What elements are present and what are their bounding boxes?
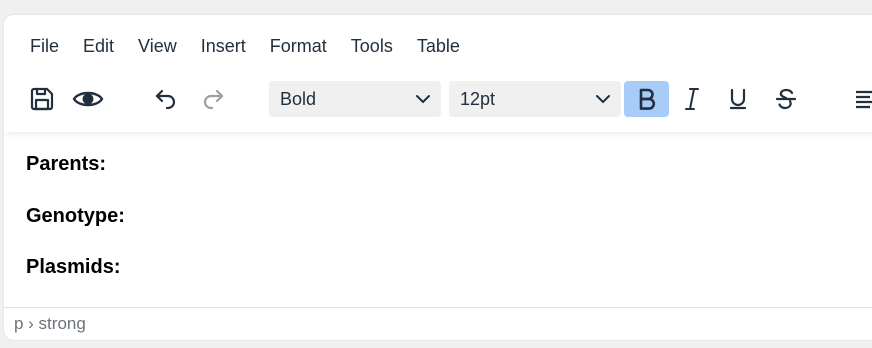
toolbar: Bold 12pt (4, 80, 872, 120)
save-button[interactable] (24, 81, 60, 117)
align-left-icon (856, 90, 872, 109)
redo-button[interactable] (195, 81, 231, 117)
bold-icon (639, 88, 655, 110)
menu-view[interactable]: View (126, 29, 189, 63)
bold-button[interactable] (624, 81, 669, 117)
underline-icon (729, 88, 747, 110)
editor-header: File Edit View Insert Format Tools Table (4, 15, 872, 132)
chevron-down-icon (416, 95, 430, 104)
block-format-value: Bold (280, 88, 317, 109)
strikethrough-icon (775, 88, 797, 110)
eye-icon (72, 91, 104, 107)
chevron-down-icon (596, 95, 610, 104)
content-line: Genotype: (26, 205, 125, 227)
content-line: Parents: (26, 153, 107, 175)
align-left-button[interactable] (846, 81, 872, 117)
editor-content[interactable]: Parents: Genotype: Plasmids: (4, 132, 872, 306)
undo-button[interactable] (148, 81, 184, 117)
menubar: File Edit View Insert Format Tools Table (18, 29, 472, 63)
menu-insert[interactable]: Insert (189, 29, 258, 63)
rich-text-editor: File Edit View Insert Format Tools Table (4, 15, 872, 340)
element-path[interactable]: p › strong (14, 314, 86, 334)
font-size-select[interactable]: 12pt (449, 81, 621, 117)
content-line: Plasmids: (26, 256, 121, 278)
menu-format[interactable]: Format (258, 29, 339, 63)
italic-icon (685, 88, 699, 110)
preview-button[interactable] (70, 81, 106, 117)
menu-file[interactable]: File (18, 29, 71, 63)
undo-icon (155, 89, 176, 110)
statusbar: p › strong (4, 307, 872, 340)
menu-edit[interactable]: Edit (71, 29, 126, 63)
strikethrough-button[interactable] (768, 81, 804, 117)
font-size-value: 12pt (460, 88, 496, 109)
redo-icon (203, 89, 224, 110)
underline-button[interactable] (720, 81, 756, 117)
menu-tools[interactable]: Tools (339, 29, 405, 63)
italic-button[interactable] (674, 81, 710, 117)
save-icon (30, 87, 54, 111)
menu-table[interactable]: Table (405, 29, 472, 63)
block-format-select[interactable]: Bold (269, 81, 441, 117)
